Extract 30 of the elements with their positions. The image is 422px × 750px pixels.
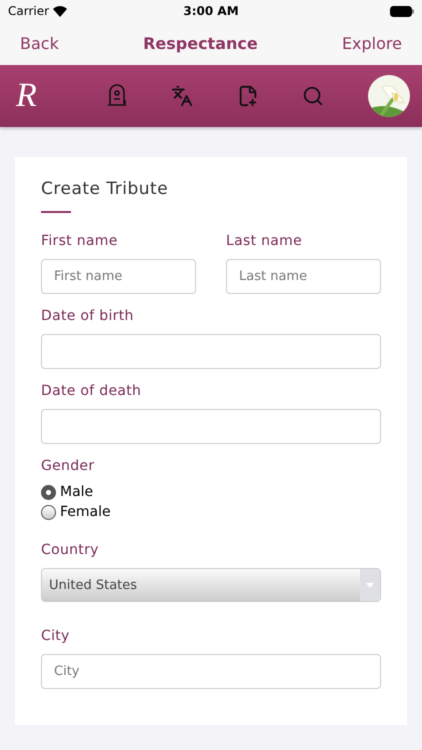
caret-icon xyxy=(360,569,380,601)
battery-icon xyxy=(390,6,414,16)
input-field[interactable]: City xyxy=(41,654,381,689)
radio-label: Female xyxy=(60,504,111,520)
input-field[interactable] xyxy=(41,409,381,444)
input-field[interactable]: Last name xyxy=(226,259,381,294)
field-label: Date of birth xyxy=(41,308,135,324)
input-field[interactable]: First name xyxy=(41,259,196,294)
wifi-icon xyxy=(53,6,68,16)
input-field[interactable] xyxy=(41,334,381,369)
explore-button[interactable]: Explore xyxy=(342,34,402,53)
radio-label: Male xyxy=(60,484,94,500)
status-time: 3:00 AM xyxy=(183,4,239,18)
field-label: Last name xyxy=(226,233,304,249)
field-label: Country xyxy=(41,542,100,558)
tombstone-icon xyxy=(106,84,128,108)
translate-icon xyxy=(171,85,194,107)
form-title: Create Tribute xyxy=(41,179,170,199)
country-dropdown[interactable]: United States xyxy=(41,568,381,602)
logo[interactable]: R xyxy=(16,77,62,115)
field-label: Gender xyxy=(41,458,96,474)
field-label: City xyxy=(41,628,71,644)
back-button[interactable]: Back xyxy=(20,34,59,53)
field-label: Date of death xyxy=(41,383,142,399)
nav-title: Respectance xyxy=(143,34,258,53)
carrier-label: Carrier xyxy=(8,4,50,18)
radio-button[interactable] xyxy=(41,504,56,520)
radio-button[interactable] xyxy=(41,484,56,500)
field-label: First name xyxy=(41,233,119,249)
search-icon xyxy=(302,85,324,107)
